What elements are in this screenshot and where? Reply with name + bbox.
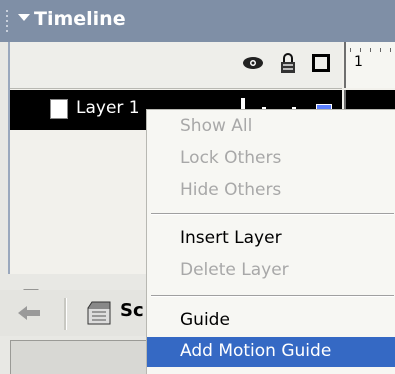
eye-icon[interactable] [242, 56, 264, 70]
layer-page-icon [50, 99, 68, 119]
menu-item-guide[interactable]: Guide [147, 306, 395, 336]
lock-icon[interactable] [280, 52, 296, 74]
menu-separator [151, 213, 394, 215]
menu-item-add-motion-guide[interactable]: Add Motion Guide [147, 337, 395, 367]
panel-title: Timeline [34, 8, 126, 30]
toolbar-separator [64, 298, 67, 330]
menu-item-delete-layer[interactable]: Delete Layer [147, 256, 395, 286]
drag-grip-icon[interactable] [6, 10, 12, 34]
menu-item-show-all[interactable]: Show All [147, 112, 395, 142]
layer-icon-header [10, 42, 342, 89]
menu-separator [151, 295, 394, 297]
scene-label[interactable]: Sc [120, 300, 144, 321]
layer-context-menu: Show All Lock Others Hide Others Insert … [146, 109, 395, 374]
scene-icon [87, 301, 111, 325]
stage-area [10, 340, 152, 374]
frames-ruler[interactable]: 1 [344, 42, 395, 88]
menu-item-lock-others[interactable]: Lock Others [147, 144, 395, 174]
back-arrow-icon[interactable] [16, 304, 42, 322]
frame-number: 1 [354, 54, 363, 70]
collapse-arrow-icon[interactable] [18, 14, 30, 21]
layer-name[interactable]: Layer 1 [76, 98, 140, 118]
outline-square-icon[interactable] [312, 54, 330, 72]
timeline-panel-header[interactable]: Timeline [0, 0, 395, 42]
menu-item-insert-layer[interactable]: Insert Layer [147, 224, 395, 254]
menu-item-hide-others[interactable]: Hide Others [147, 176, 395, 206]
